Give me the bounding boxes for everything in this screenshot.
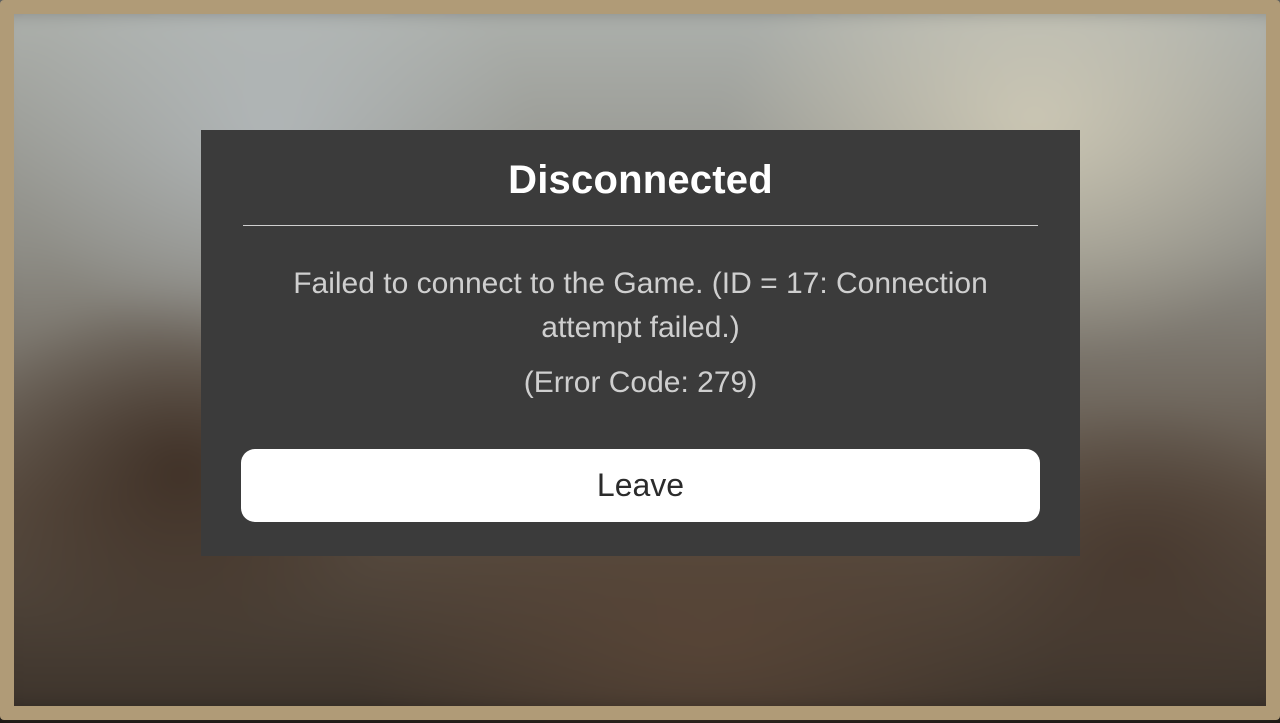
error-code: (Error Code: 279) — [241, 361, 1040, 405]
dialog-title: Disconnected — [241, 158, 1040, 203]
error-message: Failed to connect to the Game. (ID = 17:… — [241, 262, 1040, 349]
divider — [243, 225, 1038, 226]
disconnected-dialog: Disconnected Failed to connect to the Ga… — [201, 130, 1080, 556]
leave-button[interactable]: Leave — [241, 449, 1040, 522]
